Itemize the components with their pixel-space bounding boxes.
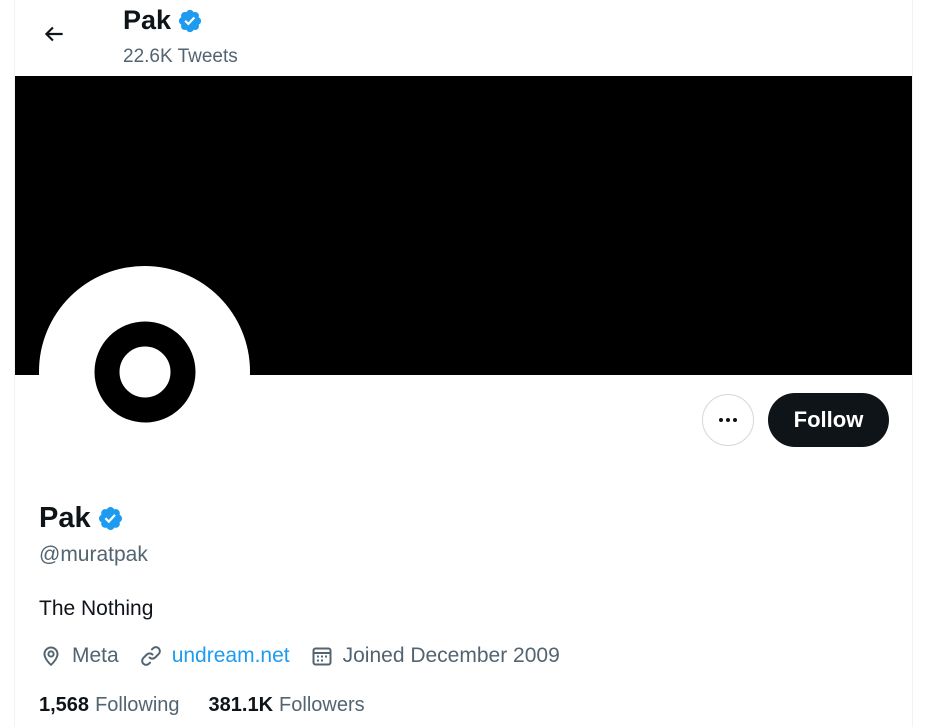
profile-column: Pak 22.6K Tweets Follow Pak @muratpak Th… <box>14 0 913 727</box>
website-item: undream.net <box>139 644 290 668</box>
followers-label: Followers <box>279 694 365 716</box>
follow-button[interactable]: Follow <box>768 393 889 447</box>
following-count: 1,568 <box>39 694 90 716</box>
avatar[interactable] <box>39 266 250 477</box>
arrow-left-icon <box>44 26 63 42</box>
profile-handle: @muratpak <box>39 543 148 566</box>
top-bar: Pak 22.6K Tweets <box>15 0 912 76</box>
avatar-ring-image <box>94 321 195 422</box>
header-tweet-count: 22.6K Tweets <box>123 46 238 67</box>
location-item: Meta <box>39 644 119 668</box>
location-pin-icon <box>43 646 59 666</box>
profile-meta: Meta undream.net Joined December 2009 <box>39 644 580 668</box>
profile-name-row: Pak <box>39 502 124 535</box>
more-horizontal-icon <box>719 418 737 422</box>
back-button[interactable] <box>35 15 73 53</box>
calendar-icon <box>312 647 332 666</box>
verified-badge-icon <box>178 9 202 32</box>
profile-name: Pak <box>39 502 91 534</box>
header-title-row: Pak <box>123 5 203 36</box>
following-stat[interactable]: 1,568 Following <box>39 694 180 717</box>
followers-stat[interactable]: 381.1K Followers <box>209 694 365 717</box>
following-label: Following <box>95 694 180 716</box>
location-text: Meta <box>72 644 119 667</box>
joined-text: Joined December 2009 <box>342 644 560 667</box>
header-title: Pak <box>123 5 172 35</box>
followers-count: 381.1K <box>208 694 274 716</box>
verified-badge-icon <box>98 506 122 531</box>
link-icon <box>140 646 161 666</box>
profile-stats: 1,568 Following 381.1K Followers <box>39 694 394 717</box>
joined-item: Joined December 2009 <box>310 644 560 668</box>
website-link[interactable]: undream.net <box>172 644 290 668</box>
profile-bio: The Nothing <box>39 597 154 620</box>
more-options-button[interactable] <box>702 394 754 446</box>
